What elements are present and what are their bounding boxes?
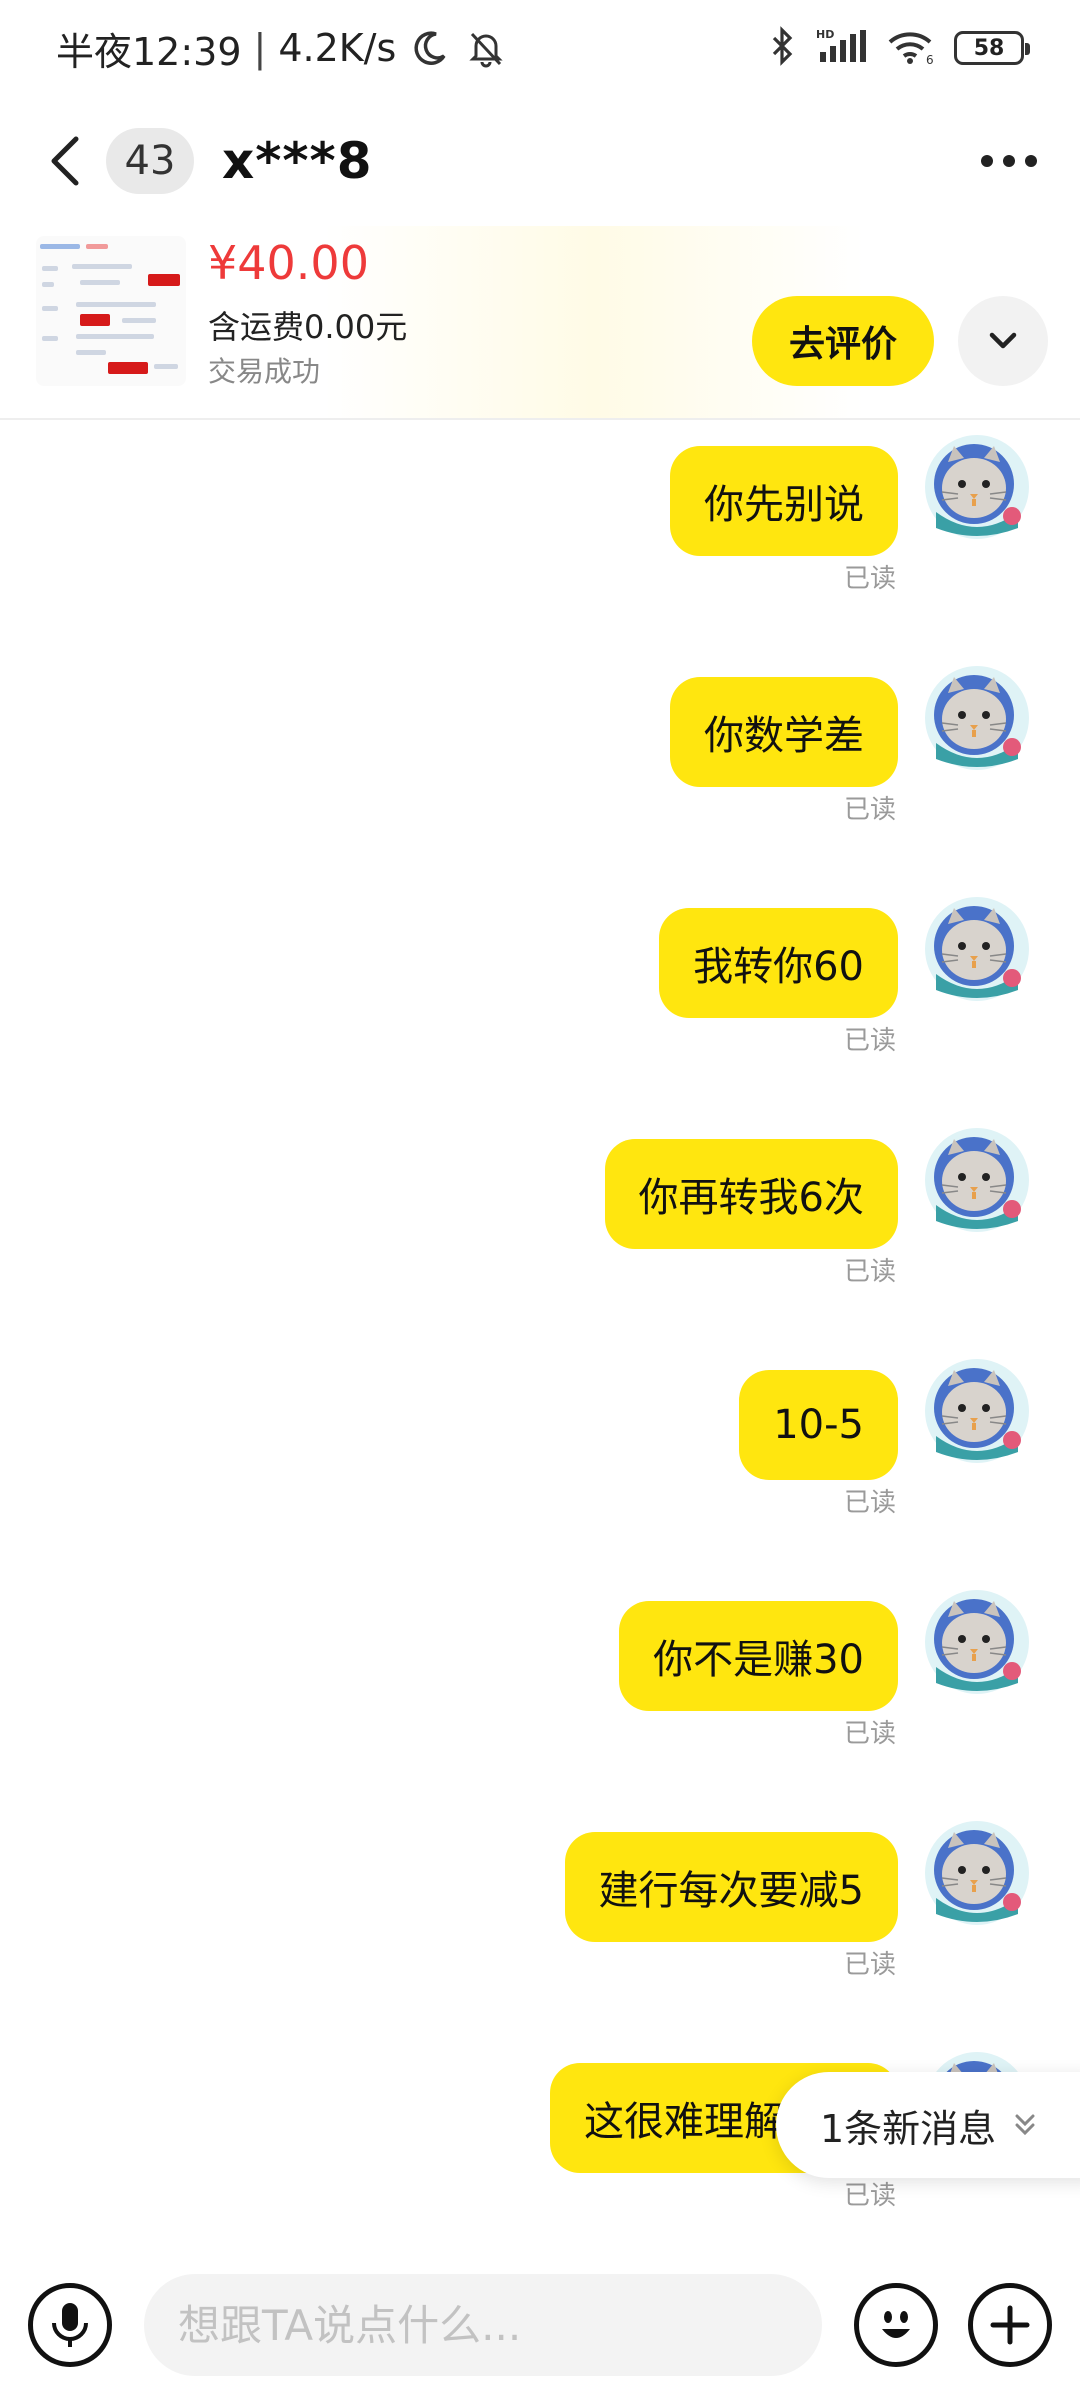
chevron-down-icon bbox=[989, 332, 1017, 349]
read-status: 已读 bbox=[843, 1719, 896, 1749]
chat-header: 43 x***8 bbox=[0, 96, 1080, 226]
message-bubble[interactable]: 你数学差 bbox=[670, 677, 898, 787]
avatar[interactable] bbox=[922, 663, 1032, 773]
read-status: 已读 bbox=[843, 564, 896, 594]
review-button[interactable]: 去评价 bbox=[752, 296, 934, 386]
status-left: 半夜12:39 | 4.2K/s bbox=[56, 21, 508, 76]
plus-icon bbox=[990, 2305, 1030, 2345]
expand-button[interactable] bbox=[958, 296, 1048, 386]
read-status: 已读 bbox=[843, 1950, 896, 1980]
product-card[interactable]: ¥40.00 含运费0.00元 交易成功 去评价 bbox=[0, 226, 1080, 420]
read-status: 已读 bbox=[843, 795, 896, 825]
message-bubble[interactable]: 你不是赚30 bbox=[619, 1601, 898, 1711]
avatar[interactable] bbox=[922, 1587, 1032, 1697]
cat-avatar-icon bbox=[925, 435, 1029, 539]
unread-count-badge[interactable]: 43 bbox=[106, 128, 194, 194]
input-bar bbox=[0, 2250, 1080, 2400]
cat-avatar-icon bbox=[925, 1590, 1029, 1694]
chevron-left-icon bbox=[51, 136, 79, 186]
message-item: 我转你60 已读 bbox=[0, 882, 1080, 1112]
product-thumbnail[interactable] bbox=[36, 236, 186, 386]
wifi-icon: 6 bbox=[886, 26, 936, 70]
cat-avatar-icon bbox=[925, 1359, 1029, 1463]
message-bubble[interactable]: 10-5 bbox=[739, 1370, 898, 1480]
status-separator: | bbox=[253, 26, 267, 70]
cat-avatar-icon bbox=[925, 1128, 1029, 1232]
voice-button[interactable] bbox=[28, 2283, 112, 2367]
message-item: 你数学差 已读 bbox=[0, 651, 1080, 881]
message-item: 10-5 已读 bbox=[0, 1344, 1080, 1574]
trade-status: 交易成功 bbox=[208, 355, 321, 388]
more-actions-button[interactable] bbox=[968, 2283, 1052, 2367]
signal-icon: HD bbox=[816, 26, 868, 70]
message-bubble[interactable]: 我转你60 bbox=[659, 908, 898, 1018]
cat-avatar-icon bbox=[925, 1821, 1029, 1925]
status-time: 半夜12:39 bbox=[56, 29, 242, 74]
message-bubble[interactable]: 建行每次要减5 bbox=[564, 1832, 898, 1942]
message-input[interactable] bbox=[144, 2274, 822, 2376]
bluetooth-icon bbox=[768, 26, 798, 70]
avatar[interactable] bbox=[922, 1818, 1032, 1928]
new-messages-label: 1条新消息 bbox=[820, 2106, 997, 2151]
message-item: 你先别说 已读 bbox=[0, 420, 1080, 650]
emoji-button[interactable] bbox=[854, 2283, 938, 2367]
emoji-icon bbox=[882, 2311, 910, 2338]
cat-avatar-icon bbox=[925, 666, 1029, 770]
avatar[interactable] bbox=[922, 432, 1032, 542]
cat-avatar-icon bbox=[925, 897, 1029, 1001]
network-speed: 4.2K/s bbox=[278, 26, 397, 70]
peer-name: x***8 bbox=[222, 132, 373, 190]
avatar[interactable] bbox=[922, 1125, 1032, 1235]
svg-text:6: 6 bbox=[926, 53, 934, 66]
new-messages-button[interactable]: 1条新消息 bbox=[776, 2072, 1080, 2178]
read-status: 已读 bbox=[843, 2181, 896, 2211]
more-dots-icon bbox=[981, 155, 1037, 167]
read-status: 已读 bbox=[843, 1026, 896, 1056]
read-status: 已读 bbox=[843, 1488, 896, 1518]
bell-muted-icon bbox=[464, 26, 508, 70]
more-button[interactable] bbox=[974, 131, 1044, 191]
message-item: 你不是赚30 已读 bbox=[0, 1575, 1080, 1805]
read-status: 已读 bbox=[843, 1257, 896, 1287]
svg-text:HD: HD bbox=[816, 28, 834, 41]
message-item: 你再转我6次 已读 bbox=[0, 1113, 1080, 1343]
avatar[interactable] bbox=[922, 1356, 1032, 1466]
message-item: 建行每次要减5 已读 bbox=[0, 1806, 1080, 2036]
avatar[interactable] bbox=[922, 894, 1032, 1004]
double-chevron-down-icon bbox=[1015, 2114, 1035, 2136]
moon-icon bbox=[408, 26, 452, 70]
message-bubble[interactable]: 你先别说 bbox=[670, 446, 898, 556]
status-bar: 半夜12:39 | 4.2K/s HD 6 58 bbox=[0, 0, 1080, 96]
back-button[interactable] bbox=[36, 131, 96, 191]
message-bubble[interactable]: 你再转我6次 bbox=[604, 1139, 898, 1249]
battery-indicator: 58 bbox=[954, 31, 1030, 65]
product-price: ¥40.00 bbox=[208, 236, 369, 290]
shipping-fee: 含运费0.00元 bbox=[208, 308, 408, 346]
microphone-icon bbox=[52, 2303, 88, 2347]
status-right: HD 6 58 bbox=[768, 26, 1030, 70]
